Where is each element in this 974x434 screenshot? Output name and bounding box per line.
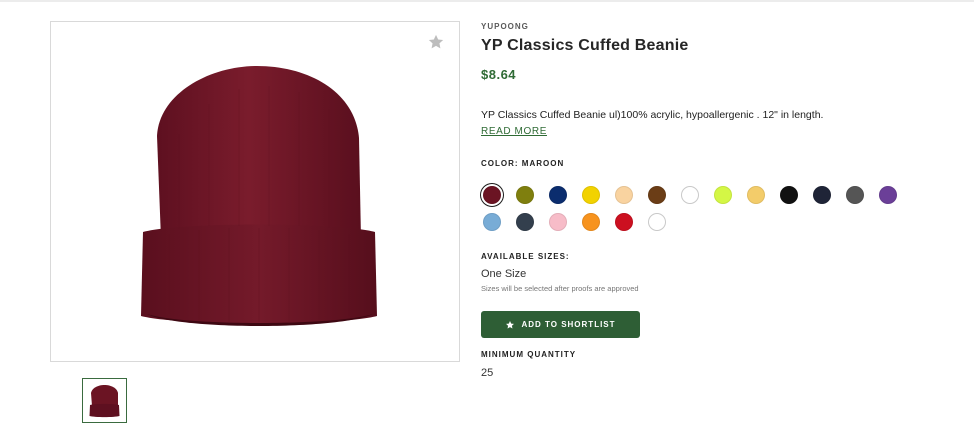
color-swatch[interactable] — [483, 186, 501, 204]
color-swatch[interactable] — [582, 186, 600, 204]
product-description: YP Classics Cuffed Beanie ul)100% acryli… — [481, 109, 824, 121]
product-price: $8.64 — [481, 67, 517, 82]
selected-color-name: MAROON — [521, 159, 565, 168]
available-sizes-label: AVAILABLE SIZES: — [481, 252, 570, 261]
minimum-quantity-value: 25 — [481, 367, 494, 379]
color-swatch[interactable] — [879, 186, 897, 204]
product-title: YP Classics Cuffed Beanie — [481, 37, 689, 54]
brand-name: YUPOONG — [481, 22, 529, 31]
minimum-quantity-label: MINIMUM QUANTITY — [481, 350, 577, 359]
color-label: COLOR: MAROON — [481, 159, 564, 168]
read-more-link[interactable]: READ MORE — [481, 126, 547, 137]
color-swatch[interactable] — [681, 186, 699, 204]
color-swatch[interactable] — [483, 213, 501, 231]
color-swatch[interactable] — [549, 186, 567, 204]
main-product-image-frame — [50, 21, 460, 362]
size-note: Sizes will be selected after proofs are … — [481, 284, 639, 293]
color-swatch[interactable] — [747, 186, 765, 204]
size-value: One Size — [481, 268, 527, 280]
shortlist-label: ADD TO SHORTLIST — [521, 320, 616, 329]
color-swatch[interactable] — [615, 186, 633, 204]
beanie-product-image — [141, 66, 377, 326]
star-icon — [506, 320, 515, 329]
favorite-star-icon[interactable] — [427, 33, 445, 51]
color-swatch[interactable] — [516, 186, 534, 204]
color-swatch[interactable] — [582, 213, 600, 231]
top-divider — [0, 0, 974, 2]
color-swatch[interactable] — [846, 186, 864, 204]
color-swatch[interactable] — [549, 213, 567, 231]
color-swatch[interactable] — [648, 186, 666, 204]
color-swatch[interactable] — [780, 186, 798, 204]
color-swatch[interactable] — [714, 186, 732, 204]
color-swatch[interactable] — [516, 213, 534, 231]
color-swatch[interactable] — [615, 213, 633, 231]
add-to-shortlist-button[interactable]: ADD TO SHORTLIST — [481, 311, 640, 338]
color-swatch[interactable] — [648, 213, 666, 231]
product-thumbnail[interactable] — [82, 378, 127, 423]
color-swatch[interactable] — [813, 186, 831, 204]
color-label-prefix: COLOR: — [481, 159, 519, 168]
